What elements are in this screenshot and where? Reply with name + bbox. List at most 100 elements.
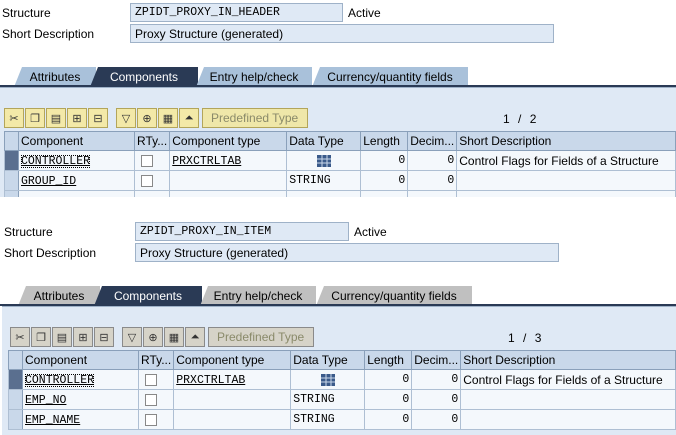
filter-icon[interactable]: ▽ <box>122 327 142 347</box>
rtype-checkbox[interactable] <box>145 414 157 427</box>
component-cell[interactable]: EMP_NAME <box>22 409 139 430</box>
rtype-checkbox[interactable] <box>141 175 153 188</box>
rtype-cell[interactable] <box>133 170 171 191</box>
table-settings-icon[interactable]: ▦ <box>164 327 184 347</box>
column-header-short-description[interactable]: Short Description <box>460 350 676 370</box>
component-type-cell[interactable]: PRXCTRLTAB <box>169 150 288 171</box>
length-cell[interactable]: 0 <box>360 150 409 171</box>
tab-currency-quantity-fields[interactable]: Currency/quantity fields <box>316 286 472 306</box>
component-type-cell[interactable] <box>173 389 292 410</box>
decimals-cell[interactable]: 0 <box>407 150 458 171</box>
length-cell[interactable]: 0 <box>360 170 409 191</box>
column-header-length[interactable]: Length <box>360 131 409 151</box>
column-header-decimals[interactable]: Decim... <box>411 350 462 370</box>
component-type-cell[interactable] <box>173 409 292 430</box>
table-settings-icon[interactable]: ▦ <box>158 108 178 128</box>
column-header-component[interactable]: Component <box>18 131 135 151</box>
table-row[interactable]: EMP_NO STRING 0 0 <box>8 389 676 410</box>
data-type-cell[interactable]: STRING <box>286 170 362 191</box>
row-selector[interactable] <box>8 389 23 410</box>
insert-row-icon[interactable]: ⊞ <box>67 108 87 128</box>
paste-icon[interactable]: ▤ <box>52 327 72 347</box>
length-cell[interactable]: 0 <box>364 389 413 410</box>
row-selector[interactable] <box>8 369 23 390</box>
short-description-field[interactable]: Proxy Structure (generated) <box>130 24 554 43</box>
column-header-data-type[interactable]: Data Type <box>290 350 366 370</box>
rtype-cell[interactable] <box>133 150 171 171</box>
component-type-link[interactable]: PRXCTRLTAB <box>176 374 245 387</box>
length-cell[interactable]: 0 <box>364 369 413 390</box>
decimals-cell[interactable]: 0 <box>407 170 458 191</box>
row-selector[interactable] <box>4 150 19 171</box>
column-header-rtype[interactable]: RTy... <box>133 131 171 151</box>
tab-currency-quantity-fields[interactable]: Currency/quantity fields <box>312 67 468 87</box>
rtype-cell[interactable] <box>137 369 175 390</box>
tab-entry-help-check[interactable]: Entry help/check <box>196 67 312 87</box>
component-cell[interactable]: CONTROLLER <box>22 369 139 390</box>
rtype-cell[interactable] <box>137 389 175 410</box>
short-description-field[interactable]: Proxy Structure (generated) <box>135 243 559 262</box>
delete-row-icon[interactable]: ⊟ <box>88 108 108 128</box>
insert-component-icon[interactable]: ⊕ <box>137 108 157 128</box>
tab-attributes[interactable]: Attributes <box>18 286 100 306</box>
table-row[interactable]: CONTROLLER PRXCTRLTAB 0 0 Control Flags … <box>4 150 676 171</box>
rtype-checkbox[interactable] <box>141 155 153 168</box>
predefined-type-button[interactable]: Predefined Type <box>208 327 314 347</box>
table-row[interactable]: GROUP_ID STRING 0 0 <box>4 170 676 191</box>
decimals-cell[interactable]: 0 <box>411 369 462 390</box>
component-link[interactable]: CONTROLLER <box>25 374 95 387</box>
component-cell[interactable]: EMP_NO <box>22 389 139 410</box>
insert-component-icon[interactable]: ⊕ <box>143 327 163 347</box>
column-header-component-type[interactable]: Component type <box>173 350 292 370</box>
component-type-cell[interactable] <box>169 170 288 191</box>
delete-row-icon[interactable]: ⊟ <box>94 327 114 347</box>
row-selector[interactable] <box>4 170 19 191</box>
table-row[interactable]: EMP_NAME STRING 0 0 <box>8 409 676 430</box>
component-link[interactable]: EMP_NO <box>25 394 66 407</box>
column-header-short-description[interactable]: Short Description <box>456 131 676 151</box>
select-all-cell[interactable] <box>8 350 23 370</box>
column-header-data-type[interactable]: Data Type <box>286 131 362 151</box>
filter-icon[interactable]: ▽ <box>116 108 136 128</box>
length-cell[interactable]: 0 <box>364 409 413 430</box>
rtype-checkbox[interactable] <box>145 374 157 387</box>
cut-icon[interactable]: ✂ <box>4 108 24 128</box>
component-link[interactable]: CONTROLLER <box>21 155 91 168</box>
rtype-checkbox[interactable] <box>145 394 157 407</box>
tab-attributes[interactable]: Attributes <box>14 67 96 87</box>
component-link[interactable]: GROUP_ID <box>21 175 76 188</box>
rtype-cell[interactable] <box>137 409 175 430</box>
structure-field[interactable]: ZPIDT_PROXY_IN_HEADER <box>130 3 343 22</box>
short-description-cell[interactable] <box>460 389 676 410</box>
column-header-decimals[interactable]: Decim... <box>407 131 458 151</box>
short-description-cell[interactable] <box>456 170 676 191</box>
short-description-cell[interactable]: Control Flags for Fields of a Structure <box>460 369 676 390</box>
column-header-component[interactable]: Component <box>22 350 139 370</box>
select-all-cell[interactable] <box>4 131 19 151</box>
component-type-link[interactable]: PRXCTRLTAB <box>172 155 241 168</box>
short-description-cell[interactable]: Control Flags for Fields of a Structure <box>456 150 676 171</box>
decimals-cell[interactable]: 0 <box>411 389 462 410</box>
column-header-component-type[interactable]: Component type <box>169 131 288 151</box>
data-type-cell[interactable]: STRING <box>290 389 366 410</box>
tab-components[interactable]: Components <box>94 286 202 306</box>
short-description-cell[interactable] <box>460 409 676 430</box>
tab-components[interactable]: Components <box>90 67 198 87</box>
paste-icon[interactable]: ▤ <box>46 108 66 128</box>
component-type-cell[interactable]: PRXCTRLTAB <box>173 369 292 390</box>
structure-field[interactable]: ZPIDT_PROXY_IN_ITEM <box>135 222 349 241</box>
decimals-cell[interactable]: 0 <box>411 409 462 430</box>
data-type-cell[interactable] <box>286 150 362 171</box>
data-type-cell[interactable]: STRING <box>290 409 366 430</box>
table-row[interactable]: CONTROLLER PRXCTRLTAB 0 0 Control Flags … <box>8 369 676 390</box>
copy-icon[interactable]: ❐ <box>25 108 45 128</box>
component-cell[interactable]: GROUP_ID <box>18 170 135 191</box>
component-cell[interactable]: CONTROLLER <box>18 150 135 171</box>
insert-row-icon[interactable]: ⊞ <box>73 327 93 347</box>
data-type-cell[interactable] <box>290 369 366 390</box>
cut-icon[interactable]: ✂ <box>10 327 30 347</box>
component-link[interactable]: EMP_NAME <box>25 414 80 427</box>
move-up-icon[interactable]: ⏶ <box>179 108 199 128</box>
column-header-rtype[interactable]: RTy... <box>137 350 175 370</box>
copy-icon[interactable]: ❐ <box>31 327 51 347</box>
